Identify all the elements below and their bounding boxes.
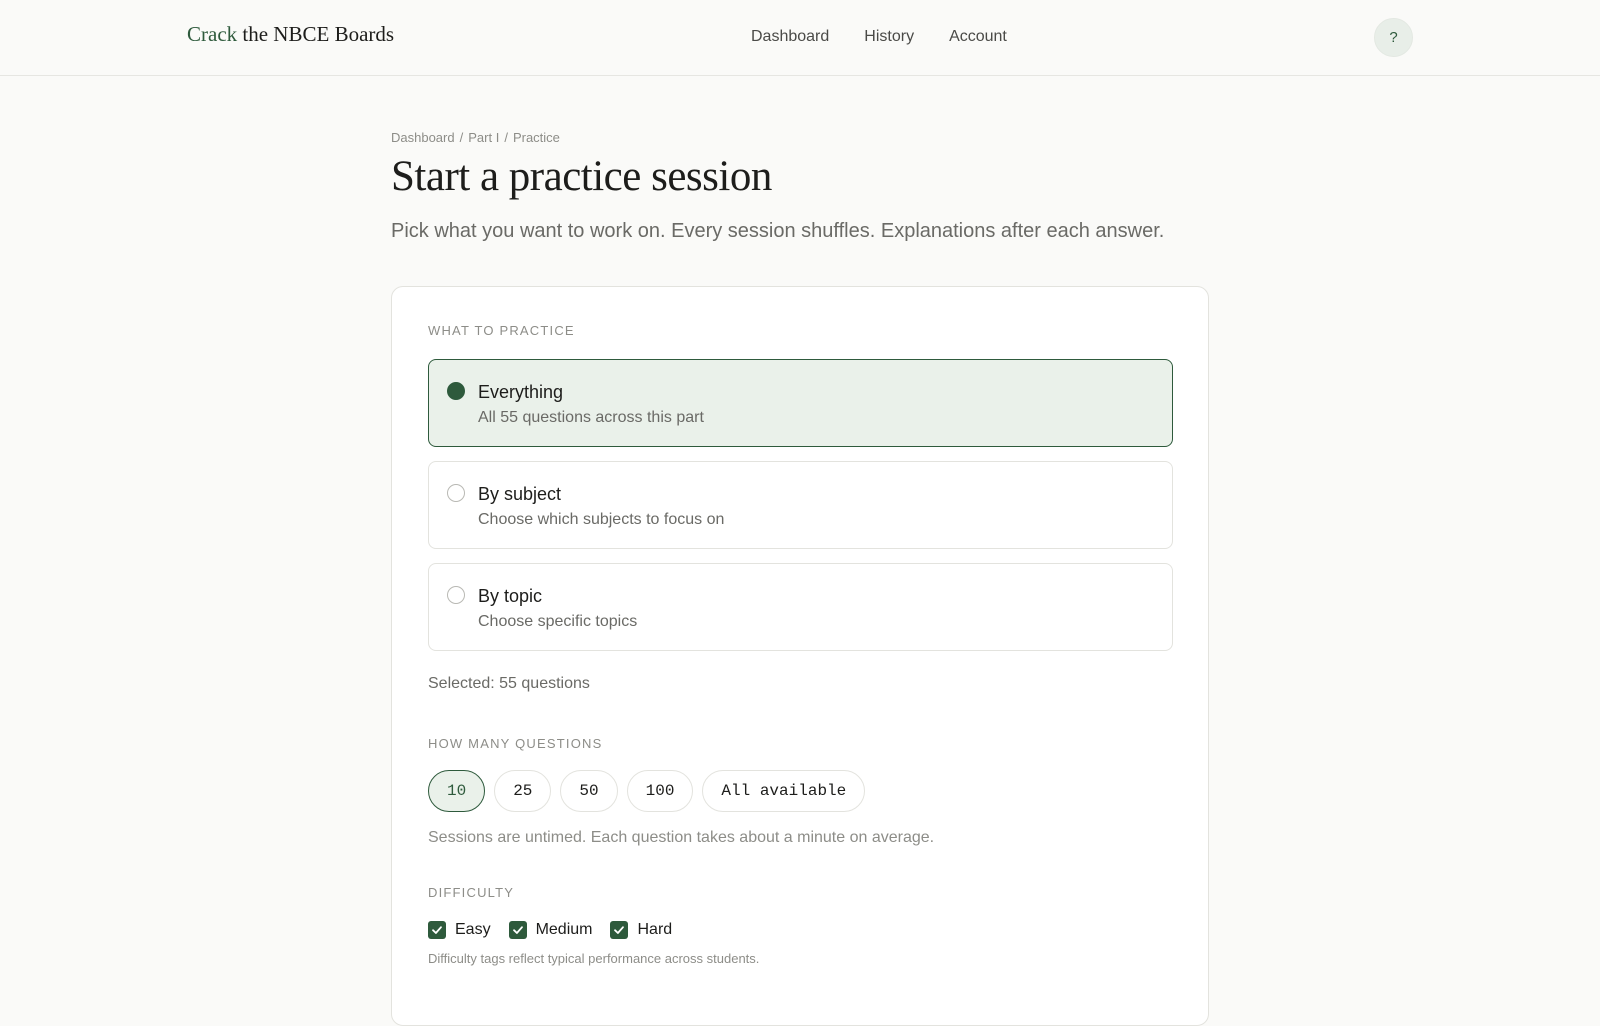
nav-history[interactable]: History (864, 28, 914, 46)
brand-name: the NBCE Boards (237, 22, 395, 46)
difficulty-label: Easy (455, 921, 491, 938)
breadcrumb: Dashboard / Part I / Practice (391, 130, 560, 145)
checkbox-checked-icon[interactable] (428, 921, 446, 939)
radio-empty-icon[interactable] (447, 586, 465, 604)
count-chip-100[interactable]: 100 (626, 770, 694, 812)
page-subtitle: Pick what you want to work on. Every ses… (391, 220, 1165, 242)
option-description: Choose specific topics (478, 613, 638, 630)
option-description: All 55 questions across this part (478, 409, 704, 426)
breadcrumb-current: Practice (512, 130, 560, 145)
difficulty-section-label: DIFFICULTY (428, 885, 515, 900)
difficulty-easy[interactable]: Easy (428, 921, 491, 939)
checkbox-checked-icon[interactable] (508, 921, 527, 939)
difficulty-note: Difficulty tags reflect typical performa… (428, 951, 760, 966)
option-description: Choose which subjects to focus on (478, 511, 725, 528)
option-title: By topic (478, 586, 543, 606)
count-hint: Sessions are untimed. Each question take… (428, 829, 935, 846)
count-chip-25[interactable]: 25 (494, 770, 552, 812)
difficulty-checkboxes: Easy Medium Hard (428, 921, 672, 939)
count-chip-50[interactable]: 50 (560, 770, 618, 812)
radio-selected-icon[interactable] (447, 382, 465, 400)
practice-section-label: WHAT TO PRACTICE (428, 323, 575, 338)
session-settings-card: WHAT TO PRACTICE Everything All 55 quest… (391, 286, 1209, 1026)
breadcrumb-separator: / (504, 130, 508, 145)
top-bar: Crack the NBCE Boards Dashboard History … (0, 0, 1600, 76)
nav-account[interactable]: Account (949, 28, 1007, 46)
count-section-label: HOW MANY QUESTIONS (428, 736, 603, 751)
difficulty-label: Hard (637, 921, 673, 938)
question-count-selector: 10 25 50 100 All available (428, 770, 866, 812)
count-chip-all[interactable]: All available (702, 770, 866, 812)
breadcrumb-part[interactable]: Part I (468, 130, 499, 145)
option-by-subject[interactable]: By subject Choose which subjects to focu… (428, 461, 1173, 549)
nav-dashboard[interactable]: Dashboard (751, 28, 829, 46)
option-title: Everything (478, 382, 564, 402)
difficulty-hard[interactable]: Hard (610, 921, 672, 939)
option-everything[interactable]: Everything All 55 questions across this … (428, 359, 1173, 447)
main-nav: Dashboard History Account (751, 28, 1007, 46)
count-chip-10[interactable]: 10 (428, 770, 486, 812)
option-title: By subject (478, 484, 562, 504)
brand-accent: Crack (187, 22, 238, 46)
breadcrumb-separator: / (459, 130, 464, 145)
checkbox-checked-icon[interactable] (610, 921, 629, 939)
option-by-topic[interactable]: By topic Choose specific topics (428, 563, 1173, 651)
selected-count: Selected: 55 questions (428, 675, 590, 692)
difficulty-medium[interactable]: Medium (508, 921, 593, 939)
difficulty-label: Medium (535, 921, 593, 938)
page-title: Start a practice session (391, 153, 772, 200)
breadcrumb-dashboard[interactable]: Dashboard (391, 130, 455, 145)
brand-logo[interactable]: Crack the NBCE Boards (187, 22, 394, 47)
help-button[interactable]: ? (1374, 18, 1413, 57)
help-icon: ? (1389, 29, 1398, 46)
radio-empty-icon[interactable] (447, 484, 465, 502)
